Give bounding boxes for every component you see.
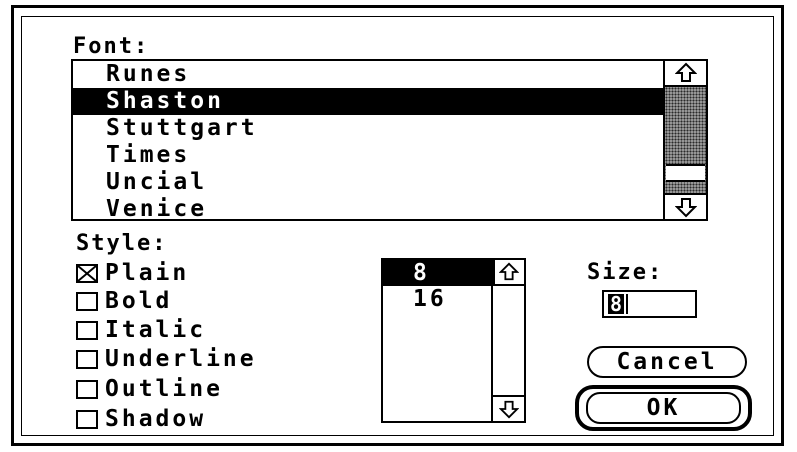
size-input[interactable]: 8 bbox=[602, 290, 697, 318]
style-bold-checkbox-row[interactable]: Bold bbox=[76, 289, 172, 313]
style-italic-checkbox-row[interactable]: Italic bbox=[76, 318, 206, 342]
up-arrow-icon bbox=[498, 262, 519, 281]
underline-label: Underline bbox=[105, 345, 257, 372]
font-item-runes[interactable]: Runes bbox=[73, 61, 663, 88]
size-item-16[interactable]: 16 bbox=[383, 286, 495, 312]
size-list[interactable]: 8 16 bbox=[381, 258, 526, 423]
underline-checkbox[interactable] bbox=[76, 349, 98, 369]
plain-label: Plain bbox=[105, 259, 190, 286]
size-scroll-up-button[interactable] bbox=[493, 260, 524, 286]
font-list-scrollbar[interactable] bbox=[663, 61, 706, 219]
italic-checkbox[interactable] bbox=[76, 320, 98, 340]
bold-label: Bold bbox=[105, 287, 173, 314]
font-item-stuttgart[interactable]: Stuttgart bbox=[73, 115, 663, 142]
size-label: Size: bbox=[587, 260, 664, 285]
font-item-venice[interactable]: Venice bbox=[73, 196, 663, 219]
size-item-8[interactable]: 8 bbox=[383, 260, 495, 286]
up-arrow-icon bbox=[674, 62, 697, 82]
font-scroll-thumb[interactable] bbox=[666, 164, 705, 182]
font-item-uncial[interactable]: Uncial bbox=[73, 169, 663, 196]
style-shadow-checkbox-row[interactable]: Shadow bbox=[76, 407, 206, 431]
style-plain-checkbox-row[interactable]: Plain bbox=[76, 261, 189, 285]
outline-label: Outline bbox=[105, 375, 223, 402]
size-input-value: 8 bbox=[608, 292, 625, 316]
ok-button[interactable]: OK bbox=[586, 392, 741, 424]
x-check-icon bbox=[78, 265, 96, 281]
bold-checkbox[interactable] bbox=[76, 291, 98, 311]
down-arrow-icon bbox=[498, 400, 519, 419]
font-scroll-down-button[interactable] bbox=[665, 193, 706, 219]
cancel-button[interactable]: Cancel bbox=[587, 346, 747, 378]
font-label: Font: bbox=[73, 34, 150, 59]
outline-checkbox[interactable] bbox=[76, 379, 98, 399]
font-list-items: Runes Shaston Stuttgart Times Uncial Ven… bbox=[73, 61, 663, 219]
size-list-items: 8 16 bbox=[383, 260, 495, 421]
font-item-shaston[interactable]: Shaston bbox=[73, 88, 663, 115]
size-scroll-down-button[interactable] bbox=[493, 395, 524, 421]
size-list-scrollbar[interactable] bbox=[491, 260, 524, 421]
font-list[interactable]: Runes Shaston Stuttgart Times Uncial Ven… bbox=[71, 59, 708, 221]
font-item-times[interactable]: Times bbox=[73, 142, 663, 169]
font-scroll-track[interactable] bbox=[665, 87, 706, 193]
plain-checkbox[interactable] bbox=[76, 263, 98, 283]
font-scroll-up-button[interactable] bbox=[665, 61, 706, 87]
down-arrow-icon bbox=[674, 198, 697, 218]
style-outline-checkbox-row[interactable]: Outline bbox=[76, 377, 223, 401]
shadow-label: Shadow bbox=[105, 405, 207, 432]
shadow-checkbox[interactable] bbox=[76, 409, 98, 429]
style-label: Style: bbox=[76, 231, 168, 256]
style-underline-checkbox-row[interactable]: Underline bbox=[76, 347, 257, 371]
italic-label: Italic bbox=[105, 316, 207, 343]
text-cursor bbox=[626, 294, 628, 314]
